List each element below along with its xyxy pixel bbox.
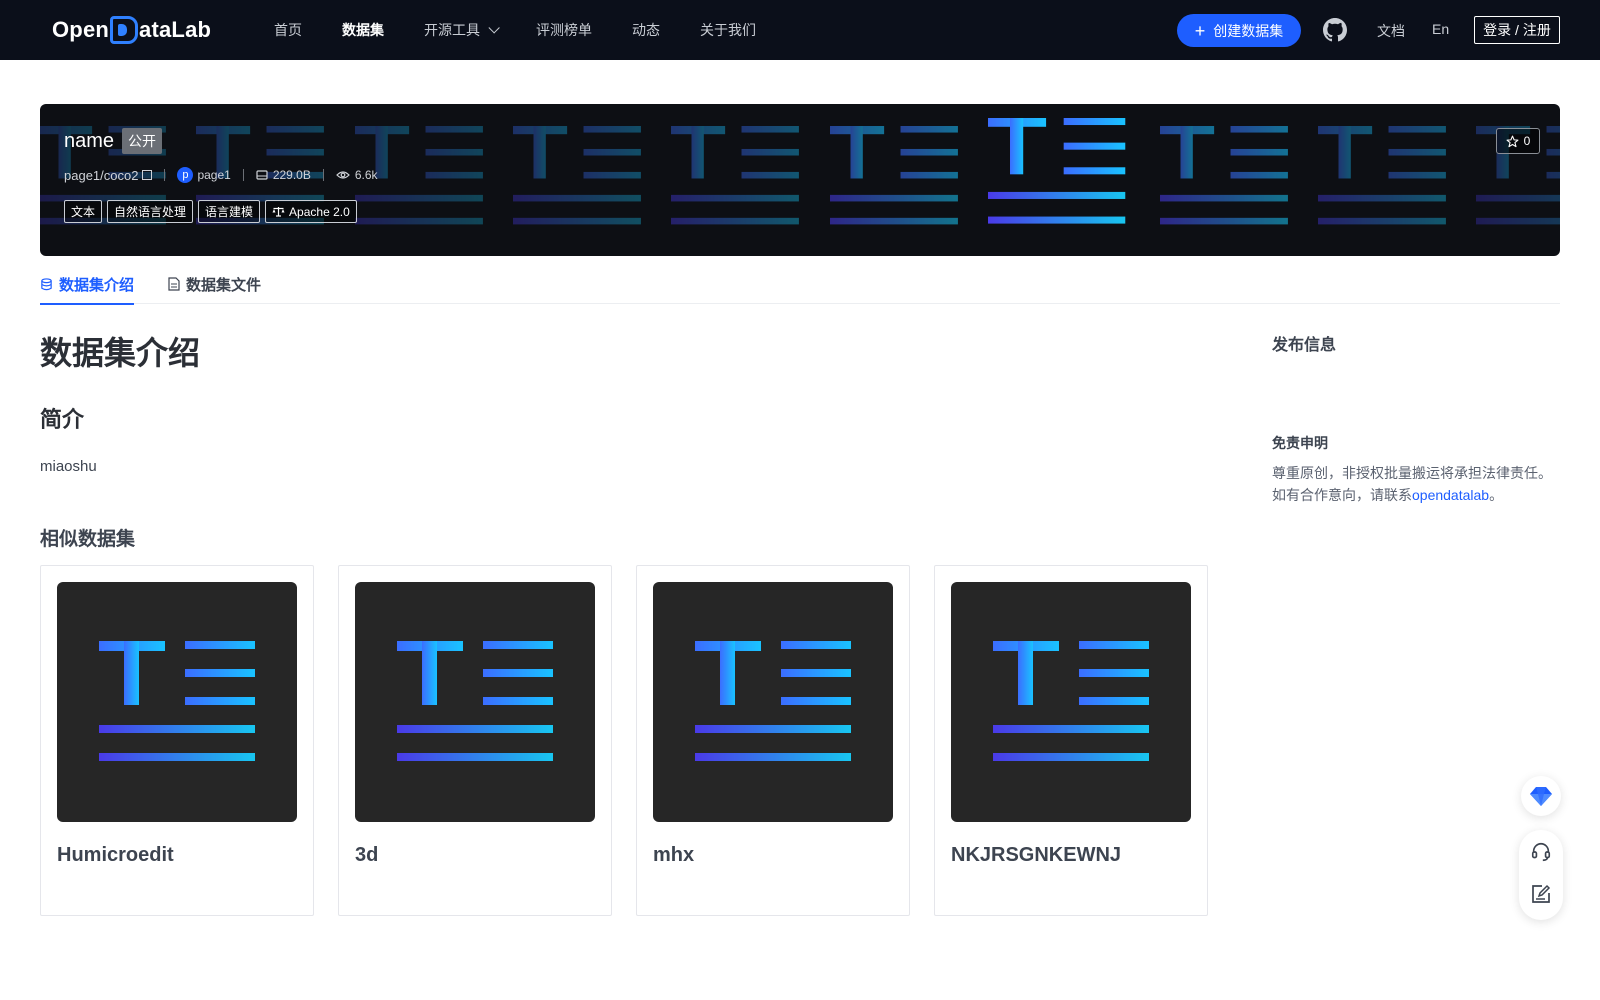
feedback-edit-icon[interactable] <box>1529 882 1553 906</box>
dataset-thumbnail <box>653 582 893 822</box>
dataset-banner: name 公开 page1/coco2 p page1 229.0B 6.6k … <box>40 104 1560 256</box>
nav-link-leaderboard[interactable]: 评测榜单 <box>536 20 592 40</box>
logo-text-left: Open <box>52 17 110 42</box>
dataset-thumbnail <box>951 582 1191 822</box>
opendatalab-logo[interactable]: Open ataLab <box>52 15 211 45</box>
file-icon <box>168 277 180 291</box>
nav-link-datasets[interactable]: 数据集 <box>342 20 384 40</box>
scale-icon <box>272 207 285 217</box>
dataset-description: miaoshu <box>40 458 97 475</box>
dataset-thumbnail <box>355 582 595 822</box>
diamond-logo-icon <box>1530 787 1552 806</box>
plus-icon: + <box>1194 20 1206 41</box>
similar-dataset-name: NKJRSGNKEWNJ <box>951 844 1122 866</box>
star-count: 0 <box>1523 134 1531 148</box>
docs-link[interactable]: 文档 <box>1377 21 1405 41</box>
similar-dataset-card[interactable]: Humicroedit <box>40 565 314 916</box>
text-glyph <box>993 641 1149 761</box>
copy-icon[interactable] <box>142 170 153 180</box>
top-nav: Open ataLab 首页 数据集 开源工具 评测榜单 动态 关于我们 + 创建数… <box>0 0 1600 60</box>
intro-heading: 简介 <box>40 407 85 432</box>
chevron-down-icon <box>488 22 500 34</box>
page-title: 数据集介绍 <box>40 335 201 371</box>
similar-datasets-list: Humicroedit 3d mhx NKJRSGNKEWNJ <box>40 565 1232 916</box>
similar-dataset-name: Humicroedit <box>57 844 174 866</box>
disclaimer-prefix: 如有合作意向，请联系 <box>1272 487 1412 503</box>
logo-text-right: ataLab <box>139 17 212 42</box>
text-dataset-icon <box>695 641 851 761</box>
similar-datasets-heading: 相似数据集 <box>40 529 136 550</box>
banner-title-row: name 公开 <box>64 128 163 154</box>
language-switch[interactable]: En <box>1432 21 1449 37</box>
dataset-size: 229.0B <box>272 168 311 182</box>
text-glyph <box>988 118 1126 224</box>
nav-link-about[interactable]: 关于我们 <box>700 20 756 40</box>
nav-link-open-tools[interactable]: 开源工具 <box>424 20 500 40</box>
tab-dataset-intro[interactable]: 数据集介绍 <box>40 264 135 305</box>
divider <box>164 169 166 181</box>
text-dataset-icon <box>99 641 255 761</box>
text-dataset-icon <box>397 641 553 761</box>
tab-label: 数据集介绍 <box>59 276 135 294</box>
license-tag[interactable]: Apache 2.0 <box>265 200 357 223</box>
create-dataset-button[interactable]: + 创建数据集 <box>1177 14 1301 47</box>
tag-item[interactable]: 自然语言处理 <box>107 200 194 223</box>
contact-link[interactable]: opendatalab <box>1412 487 1489 503</box>
logo-d-icon <box>110 16 139 44</box>
tag-item[interactable]: 文本 <box>64 200 103 223</box>
similar-dataset-card[interactable]: NKJRSGNKEWNJ <box>934 565 1208 916</box>
similar-dataset-name: mhx <box>653 844 695 866</box>
dataset-name: name <box>64 129 115 152</box>
dataset-path: page1/coco2 <box>64 167 139 183</box>
customer-service-icon[interactable] <box>1529 840 1553 864</box>
disclaimer-heading: 免责申明 <box>1272 435 1328 451</box>
dataset-tabs: 数据集介绍 数据集文件 <box>40 264 1560 305</box>
tab-label: 数据集文件 <box>186 276 262 294</box>
disclaimer-line: 尊重原创，非授权批量搬运将承担法律责任。 <box>1272 465 1552 481</box>
dataset-tags: 文本 自然语言处理 语言建模 Apache 2.0 <box>64 200 362 223</box>
text-glyph <box>695 641 851 761</box>
publish-info-heading: 发布信息 <box>1272 337 1337 354</box>
eye-icon <box>336 170 350 180</box>
star-button[interactable]: 0 <box>1496 128 1540 154</box>
text-glyph <box>397 641 553 761</box>
login-register-button[interactable]: 登录 / 注册 <box>1474 16 1560 44</box>
dataset-thumbnail <box>57 582 297 822</box>
similar-dataset-card[interactable]: mhx <box>636 565 910 916</box>
text-glyph <box>671 126 799 225</box>
view-count: 6.6k <box>354 168 378 182</box>
text-glyph <box>513 126 641 225</box>
nav-links: 首页 数据集 开源工具 评测榜单 动态 关于我们 <box>274 0 796 60</box>
text-dataset-icon <box>993 641 1149 761</box>
disclaimer-text: 尊重原创，非授权批量搬运将承担法律责任。 如有合作意向，请联系opendatal… <box>1272 462 1552 506</box>
storage-icon <box>256 169 268 181</box>
dataset-meta: page1/coco2 p page1 229.0B 6.6k <box>64 167 378 183</box>
github-icon[interactable] <box>1323 18 1347 42</box>
assistant-button[interactable] <box>1521 776 1561 816</box>
tab-dataset-files[interactable]: 数据集文件 <box>168 264 261 304</box>
create-dataset-label: 创建数据集 <box>1213 22 1284 39</box>
divider <box>242 169 244 181</box>
visibility-badge: 公开 <box>122 128 163 154</box>
text-glyph <box>830 126 958 225</box>
disclaimer-line: 如有合作意向，请联系opendatalab。 <box>1272 484 1552 506</box>
disclaimer-suffix: 。 <box>1489 487 1504 503</box>
floating-toolbar <box>1519 830 1563 920</box>
text-glyph <box>99 641 255 761</box>
license-label: Apache 2.0 <box>289 204 350 219</box>
divider <box>322 169 324 181</box>
owner-avatar[interactable]: p <box>177 167 194 183</box>
text-glyph <box>1318 126 1446 225</box>
tag-item[interactable]: 语言建模 <box>198 200 261 223</box>
text-glyph <box>1160 126 1288 225</box>
database-icon <box>40 277 53 291</box>
similar-dataset-card[interactable]: 3d <box>338 565 612 916</box>
similar-dataset-name: 3d <box>355 844 379 866</box>
nav-link-open-tools-label: 开源工具 <box>424 22 480 38</box>
nav-link-news[interactable]: 动态 <box>632 20 660 40</box>
nav-link-home[interactable]: 首页 <box>274 20 302 40</box>
star-icon <box>1506 135 1519 147</box>
owner-name[interactable]: page1 <box>197 168 230 182</box>
